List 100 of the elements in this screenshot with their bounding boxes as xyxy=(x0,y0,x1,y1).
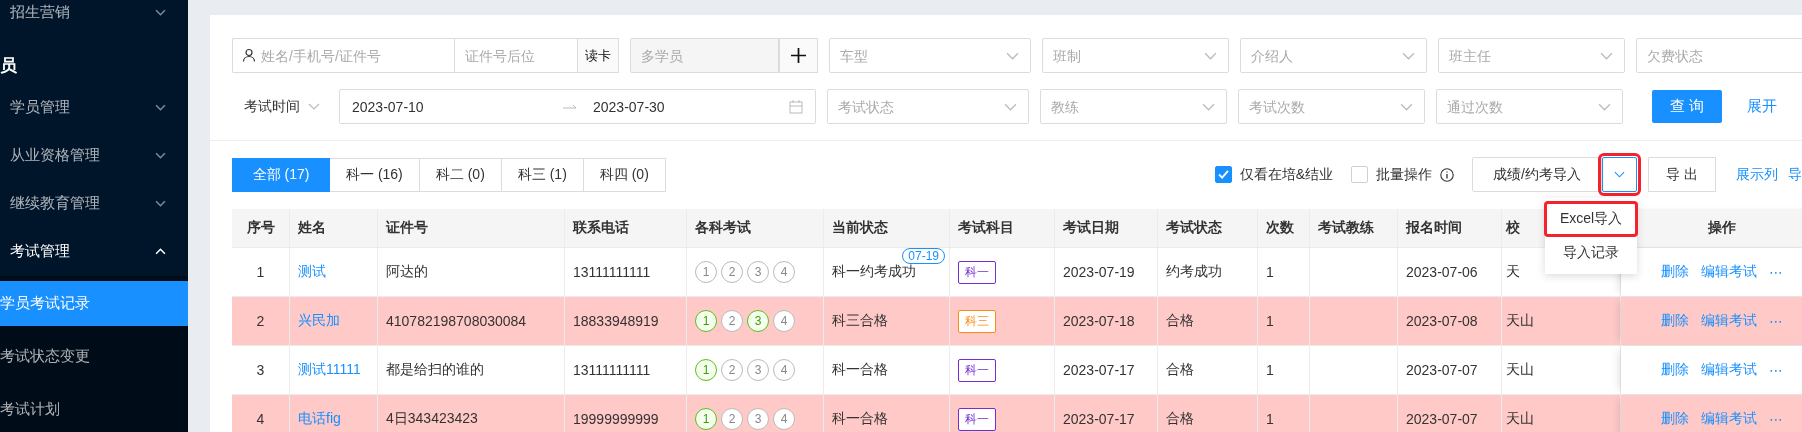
menu-item[interactable]: Excel导入 xyxy=(1545,202,1637,236)
subject-circle: 4 xyxy=(773,261,795,283)
subject-tab[interactable]: 科三 (1) xyxy=(501,157,584,192)
chevron-icon xyxy=(1204,52,1217,60)
submenu-item[interactable]: 考试状态变更 xyxy=(0,334,188,379)
subject-circle: 2 xyxy=(721,359,743,381)
action-link[interactable]: 编辑考试 xyxy=(1701,361,1757,379)
subject-tag: 科三 xyxy=(958,309,996,333)
table-cell: 阿达的 xyxy=(378,248,565,296)
subject-tag: 科一 xyxy=(958,358,996,382)
menu-item[interactable]: 从业资格管理 xyxy=(0,131,188,180)
select-field[interactable]: 考试状态 xyxy=(827,89,1029,124)
subject-circle: 4 xyxy=(773,359,795,381)
table-cell: 410782198708030084 xyxy=(378,297,565,345)
action-link[interactable]: ⋯ xyxy=(1769,264,1783,280)
expand-link[interactable]: 展开 xyxy=(1747,97,1777,116)
columns-link[interactable]: 展示列 xyxy=(1736,165,1778,184)
table-cell: 合格 xyxy=(1158,395,1258,432)
add-button[interactable] xyxy=(779,38,818,73)
export-button[interactable]: 导 出 xyxy=(1648,157,1716,192)
table-cell: 3 xyxy=(232,346,290,394)
subject-circle: 2 xyxy=(721,408,743,430)
action-link[interactable]: ⋯ xyxy=(1769,313,1783,329)
action-link[interactable]: 删除 xyxy=(1661,361,1689,379)
action-link[interactable]: 编辑考试 xyxy=(1701,263,1757,281)
table-cell: 2023-07-06 xyxy=(1398,248,1502,296)
chevron-icon xyxy=(155,151,166,159)
chevron-icon xyxy=(1402,52,1415,60)
select-field[interactable]: 考试次数 xyxy=(1238,89,1425,124)
subject-circle: 1 xyxy=(695,261,717,283)
subject-tab[interactable]: 科四 (0) xyxy=(583,157,666,192)
action-link[interactable]: 删除 xyxy=(1661,263,1689,281)
table-cell: 约考成功 xyxy=(1158,248,1258,296)
table-cell: 1 xyxy=(1258,346,1310,394)
table-cell: 19999999999 xyxy=(565,395,687,432)
action-link[interactable]: 编辑考试 xyxy=(1701,410,1757,428)
submenu-item[interactable]: 学员考试记录 xyxy=(0,281,188,326)
menu-group-title: 员 xyxy=(0,54,18,77)
column-header: 证件号 xyxy=(378,209,565,247)
action-link[interactable]: ⋯ xyxy=(1769,362,1783,378)
select-field[interactable]: 介绍人 xyxy=(1240,38,1427,73)
search-field[interactable]: 姓名/手机号/证件号 xyxy=(232,38,454,73)
chevron-icon xyxy=(155,200,166,208)
select-field[interactable]: 车型 xyxy=(829,38,1031,73)
select-field[interactable]: 教练 xyxy=(1040,89,1227,124)
column-header: 考试教练 xyxy=(1310,209,1398,247)
table-cell: 18833948919 xyxy=(565,297,687,345)
subject-circle: 3 xyxy=(747,408,769,430)
checkbox-label: 仅看在培&结业 xyxy=(1239,165,1333,184)
subject-circle: 4 xyxy=(773,408,795,430)
menu-item[interactable]: 考试管理 xyxy=(0,227,188,276)
subject-circle: 4 xyxy=(773,310,795,332)
chevron-icon xyxy=(1400,103,1413,111)
action-link[interactable]: ⋯ xyxy=(1769,411,1783,427)
table-cell: 1 xyxy=(1258,248,1310,296)
date-range-field[interactable]: 2023-07-10 2023-07-30 xyxy=(339,89,816,124)
date-badge: 07-19 xyxy=(902,248,945,264)
subject-circle: 1 xyxy=(695,310,717,332)
student-name-link[interactable]: 测试 xyxy=(298,263,326,281)
student-name-link[interactable]: 测试11111 xyxy=(298,361,361,379)
export-link[interactable]: 导 xyxy=(1788,165,1802,184)
table-cell: 2023-07-19 xyxy=(1055,248,1158,296)
select-field[interactable]: 班制 xyxy=(1042,38,1229,73)
subject-tag: 科一 xyxy=(958,407,996,431)
select-field[interactable]: 欠费状态 xyxy=(1636,38,1802,73)
table-cell: 2023-07-17 xyxy=(1055,395,1158,432)
column-header: 联系电话 xyxy=(565,209,687,247)
table-cell: 1 xyxy=(1258,297,1310,345)
subject-tab[interactable]: 全部 (17) xyxy=(232,157,330,192)
table-cell: 合格 xyxy=(1158,297,1258,345)
menu-item[interactable]: 招生营销 xyxy=(0,0,188,26)
select-field[interactable]: 通过次数 xyxy=(1436,89,1623,124)
select-field[interactable]: 班主任 xyxy=(1438,38,1625,73)
checkbox[interactable] xyxy=(1351,166,1368,183)
column-header: 各科考试 xyxy=(687,209,824,247)
action-link[interactable]: 删除 xyxy=(1661,312,1689,330)
student-name-link[interactable]: 兴民加 xyxy=(298,312,340,330)
student-name-link[interactable]: 电话fig xyxy=(298,410,341,428)
checkbox[interactable] xyxy=(1214,166,1232,183)
column-header: 次数 xyxy=(1258,209,1310,247)
menu-item[interactable]: 学员管理 xyxy=(0,82,188,132)
query-button[interactable]: 查 询 xyxy=(1652,90,1722,123)
submenu-item[interactable]: 考试计划 xyxy=(0,387,188,432)
column-header: 序号 xyxy=(232,209,290,247)
menu-item[interactable]: 继续教育管理 xyxy=(0,179,188,228)
action-link[interactable]: 编辑考试 xyxy=(1701,312,1757,330)
table-cell: 2 xyxy=(232,297,290,345)
plus-icon xyxy=(791,48,806,63)
chevron-icon xyxy=(155,103,166,111)
subject-tab[interactable]: 科一 (16) xyxy=(330,157,420,192)
import-button[interactable]: 成绩/约考导入 xyxy=(1472,157,1602,192)
input-field[interactable]: 证件号后位 xyxy=(454,38,577,73)
chevron-icon xyxy=(308,103,320,110)
action-link[interactable]: 删除 xyxy=(1661,410,1689,428)
subject-tab[interactable]: 科二 (0) xyxy=(419,157,502,192)
chevron-icon xyxy=(1598,103,1611,111)
dropdown-button[interactable]: 考试时间 xyxy=(232,97,328,116)
read-card-button[interactable]: 读卡 xyxy=(577,38,619,73)
subject-tag: 科一 xyxy=(958,260,996,284)
subject-circle: 3 xyxy=(747,261,769,283)
